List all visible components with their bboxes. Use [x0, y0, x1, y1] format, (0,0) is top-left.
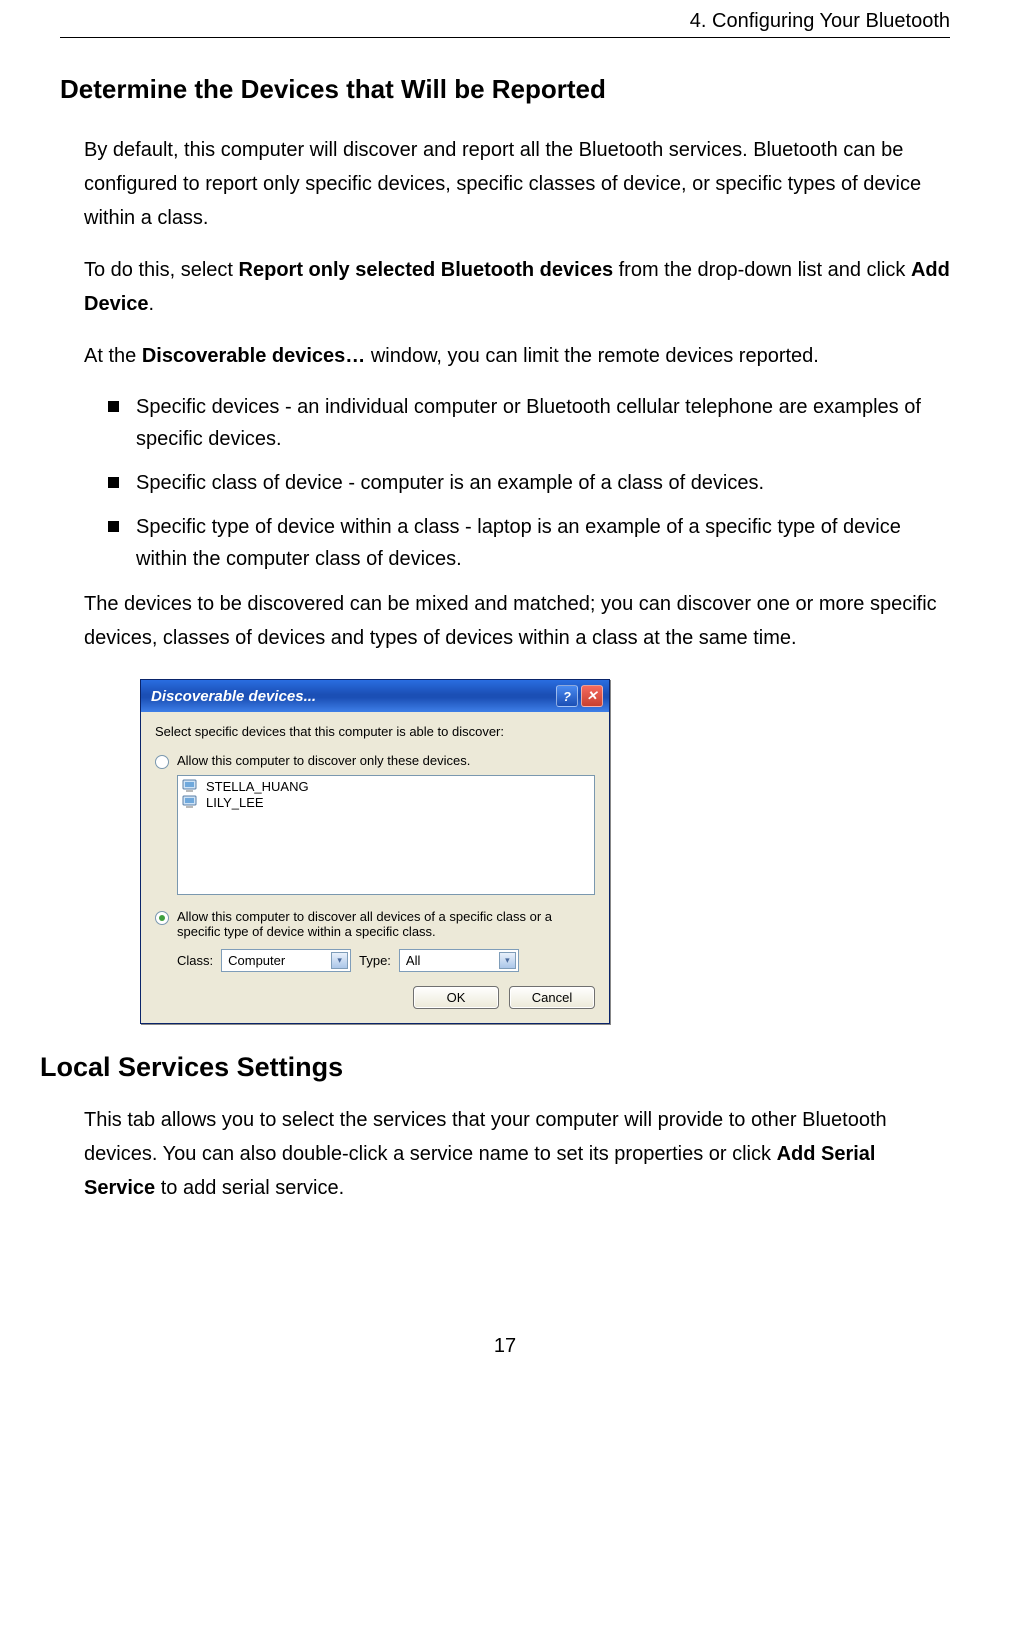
list-item[interactable]: STELLA_HUANG [180, 778, 592, 794]
paragraph: At the Discoverable devices… window, you… [84, 339, 950, 373]
section-heading-local-services: Local Services Settings [40, 1052, 950, 1083]
chapter-header: 4. Configuring Your Bluetooth [690, 10, 950, 33]
help-button[interactable]: ? [556, 685, 578, 707]
text: To do this, select [84, 259, 239, 281]
paragraph: To do this, select Report only selected … [84, 253, 950, 321]
page-number: 17 [60, 1335, 950, 1358]
cancel-button[interactable]: Cancel [509, 986, 595, 1009]
class-label: Class: [177, 953, 213, 968]
text: window, you can limit the remote devices… [365, 345, 819, 367]
dialog-title: Discoverable devices... [151, 688, 316, 705]
type-label: Type: [359, 953, 391, 968]
paragraph: This tab allows you to select the servic… [84, 1103, 950, 1205]
radio-specific-class[interactable] [155, 911, 169, 925]
list-item[interactable]: LILY_LEE [180, 794, 592, 810]
class-value: Computer [228, 953, 285, 968]
list-item: Specific class of device - computer is a… [108, 467, 950, 499]
list-item: Specific devices - an individual compute… [108, 391, 950, 455]
radio-label: Allow this computer to discover all devi… [177, 909, 595, 939]
chevron-down-icon: ▾ [331, 952, 348, 969]
class-dropdown[interactable]: Computer ▾ [221, 949, 351, 972]
radio-label: Allow this computer to discover only the… [177, 753, 470, 768]
ok-button[interactable]: OK [413, 986, 499, 1009]
computer-icon [182, 778, 200, 794]
device-listbox[interactable]: STELLA_HUANG LILY_LEE [177, 775, 595, 895]
bold-text: Report only selected Bluetooth devices [239, 259, 614, 281]
type-value: All [406, 953, 420, 968]
text: This tab allows you to select the servic… [84, 1109, 887, 1165]
device-name: LILY_LEE [206, 795, 264, 810]
text: to add serial service. [155, 1177, 344, 1199]
section-heading-determine: Determine the Devices that Will be Repor… [60, 74, 950, 105]
list-item: Specific type of device within a class -… [108, 511, 950, 575]
bold-text: Discoverable devices… [142, 345, 365, 367]
device-name: STELLA_HUANG [206, 779, 309, 794]
type-dropdown[interactable]: All ▾ [399, 949, 519, 972]
radio-these-devices[interactable] [155, 755, 169, 769]
text: At the [84, 345, 142, 367]
paragraph: The devices to be discovered can be mixe… [84, 587, 950, 655]
chevron-down-icon: ▾ [499, 952, 516, 969]
discoverable-devices-dialog: Discoverable devices... ? ✕ Select speci… [140, 679, 610, 1024]
paragraph: By default, this computer will discover … [84, 133, 950, 235]
text: . [149, 293, 155, 315]
dialog-instruction: Select specific devices that this comput… [155, 724, 595, 739]
close-button[interactable]: ✕ [581, 685, 603, 707]
dialog-titlebar[interactable]: Discoverable devices... ? ✕ [141, 680, 609, 712]
bullet-list: Specific devices - an individual compute… [108, 391, 950, 575]
text: from the drop-down list and click [613, 259, 911, 281]
computer-icon [182, 794, 200, 810]
